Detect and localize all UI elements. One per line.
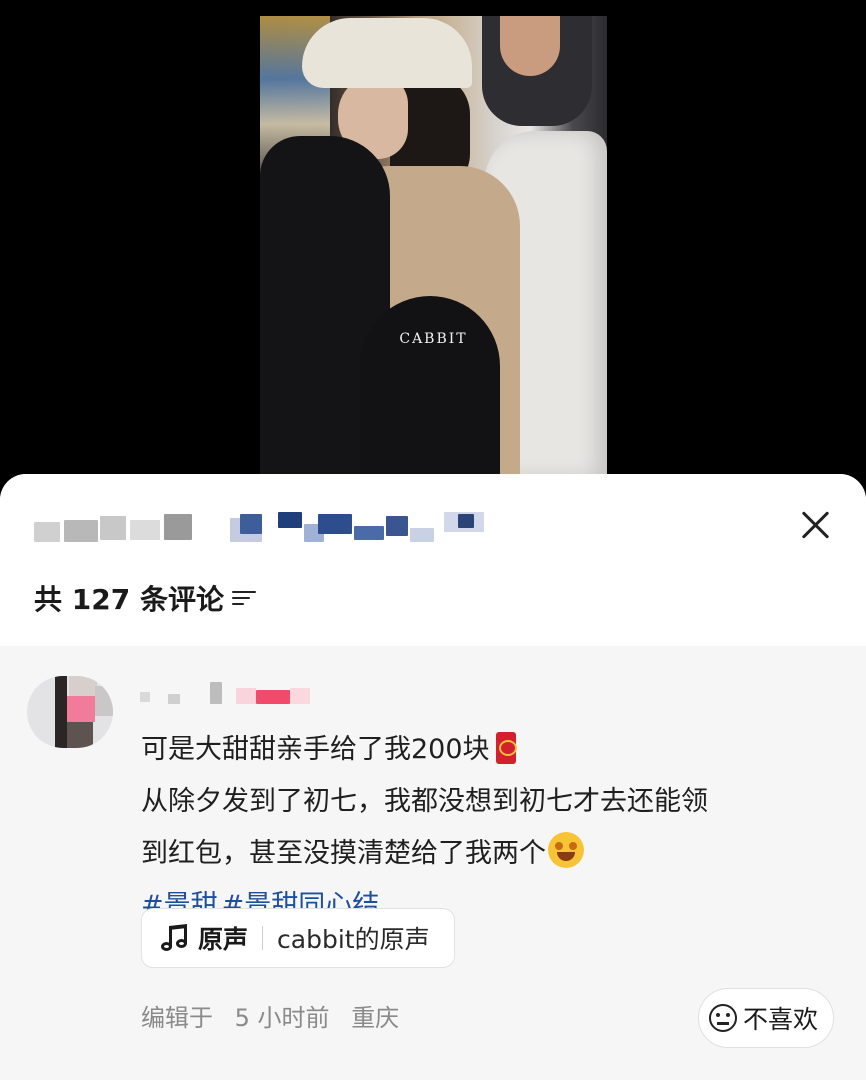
- sheet-header: 共 127 条评论: [0, 474, 866, 646]
- divider: [262, 926, 264, 950]
- music-note-icon: [160, 923, 190, 953]
- avatar[interactable]: [27, 676, 113, 748]
- video-cap: [302, 18, 472, 88]
- comment-line-2: 从除夕发到了初七，我都没想到初七才去还能领: [141, 786, 708, 817]
- comments-sheet: 共 127 条评论 可是大甜甜亲手给了我200块 从除夕发到了初七，我都没想到初…: [0, 474, 866, 1080]
- video-frame[interactable]: CABBIT: [260, 16, 607, 478]
- video-bystander-face: [500, 16, 560, 76]
- sort-icon[interactable]: [231, 589, 256, 607]
- dislike-button[interactable]: 不喜欢: [698, 988, 834, 1048]
- video-player[interactable]: CABBIT: [0, 0, 866, 500]
- dislike-label: 不喜欢: [743, 1005, 819, 1034]
- blurred-caption: [34, 510, 504, 544]
- close-icon[interactable]: [797, 506, 835, 544]
- comment-line-1: 可是大甜甜亲手给了我200块: [141, 724, 841, 776]
- starstruck-emoji-icon: [548, 832, 584, 868]
- red-envelope-icon: [495, 732, 517, 764]
- comment-line-1-text: 可是大甜甜亲手给了我200块: [141, 734, 490, 765]
- edited-label: 编辑于: [141, 1004, 213, 1032]
- comment-count-row: 共 127 条评论: [34, 578, 256, 618]
- video-watermark: CABBIT: [399, 331, 468, 347]
- meh-face-icon: [709, 1004, 737, 1032]
- location: 重庆: [351, 1004, 400, 1032]
- comment-line-3: 到红包，甚至没摸清楚给了我两个: [141, 828, 841, 880]
- comment-meta: 编辑于 5 小时前 重庆: [141, 998, 413, 1033]
- original-sound-label: 原声: [198, 925, 249, 954]
- comment-item: 可是大甜甜亲手给了我200块 从除夕发到了初七，我都没想到初七才去还能领 到红包…: [0, 646, 866, 1080]
- blurred-username[interactable]: [140, 678, 320, 708]
- timestamp: 5 小时前: [234, 1004, 330, 1032]
- comment-line-3-text: 到红包，甚至没摸清楚给了我两个: [141, 838, 546, 869]
- comment-count: 共 127 条评论: [34, 583, 224, 616]
- comment-text: 可是大甜甜亲手给了我200块 从除夕发到了初七，我都没想到初七才去还能领 到红包…: [141, 724, 841, 932]
- original-sound-card[interactable]: 原声 cabbit的原声: [141, 908, 455, 968]
- sound-name: cabbit的原声: [277, 925, 430, 954]
- video-foreground-shadow: [360, 296, 500, 478]
